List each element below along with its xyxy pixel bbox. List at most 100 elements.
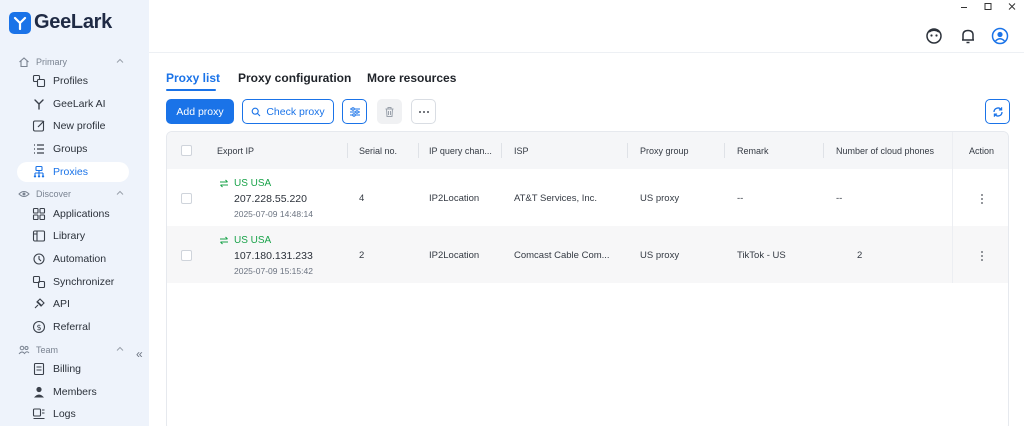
sidebar-item-profiles[interactable]: Profiles (17, 71, 129, 91)
more-icon (418, 110, 429, 113)
sidebar-item-logs[interactable]: Logs (17, 404, 129, 424)
user-avatar-icon[interactable] (991, 27, 1009, 45)
isp-cell: Comcast Cable Com... (514, 250, 610, 261)
col-isp[interactable]: ISP (514, 146, 529, 156)
sidebar-item-api[interactable]: API (17, 294, 129, 314)
sidebar-item-label: Automation (53, 253, 107, 265)
table-row[interactable]: US USA 107.180.131.233 2025-07-09 15:15:… (167, 226, 1008, 283)
sidebar-item-label: Proxies (53, 166, 89, 178)
created-datetime: 2025-07-09 15:15:42 (234, 266, 313, 276)
sidebar-item-label: GeeLark AI (53, 98, 106, 110)
support-bot-icon[interactable] (925, 27, 943, 45)
brand-logo[interactable]: GeeLark (9, 11, 112, 34)
collapse-sidebar-button[interactable]: « (136, 347, 143, 361)
row-actions-icon[interactable] (980, 193, 984, 205)
search-icon (251, 107, 261, 116)
sidebar-item-proxies[interactable]: Proxies (17, 162, 129, 182)
maximize-icon[interactable] (982, 1, 994, 13)
edit-icon (32, 120, 45, 132)
col-remark[interactable]: Remark (737, 146, 769, 156)
refresh-icon (992, 106, 1003, 117)
column-divider (418, 143, 419, 158)
delete-button[interactable] (377, 99, 402, 124)
person-icon (34, 386, 44, 398)
column-divider (627, 143, 628, 158)
bell-icon[interactable] (959, 27, 977, 45)
sidebar-item-applications[interactable]: Applications (17, 204, 129, 224)
sidebar-item-label: Logs (53, 408, 76, 420)
svg-text:$: $ (36, 323, 41, 332)
eye-icon (18, 191, 30, 197)
billing-icon (33, 362, 45, 376)
ip-address: 107.180.131.233 (234, 250, 313, 262)
geelark-logo-icon (9, 11, 31, 34)
section-team[interactable]: Team (0, 341, 149, 359)
automation-icon (33, 253, 45, 265)
sidebar-item-label: Members (53, 386, 97, 398)
section-primary[interactable]: Primary (0, 53, 149, 71)
swap-arrows-icon (220, 179, 228, 188)
filter-settings-icon (349, 106, 360, 117)
tab-more-resources[interactable]: More resources (367, 71, 456, 85)
more-actions-button[interactable] (411, 99, 436, 124)
tab-proxy-list[interactable]: Proxy list (166, 71, 220, 85)
remark-cell: TikTok - US (737, 250, 786, 261)
sidebar-item-billing[interactable]: Billing (17, 359, 129, 379)
chevron-up-icon (116, 190, 124, 195)
column-divider (724, 143, 725, 158)
sidebar-item-members[interactable]: Members (17, 382, 129, 402)
api-icon (34, 298, 45, 309)
col-export-ip[interactable]: Export IP (217, 146, 254, 156)
close-icon[interactable] (1006, 1, 1018, 13)
col-proxy-group[interactable]: Proxy group (640, 146, 689, 156)
active-tab-indicator (166, 89, 216, 91)
refresh-button[interactable] (985, 99, 1010, 124)
created-datetime: 2025-07-09 14:48:14 (234, 209, 313, 219)
sidebar-item-library[interactable]: Library (17, 226, 129, 246)
sidebar-item-label: Synchronizer (53, 276, 115, 288)
sidebar-item-referral[interactable]: $ Referral (17, 317, 129, 337)
sidebar-item-label: API (53, 298, 70, 310)
serial-cell: 2 (359, 250, 365, 261)
row-checkbox[interactable] (181, 193, 192, 204)
sidebar-item-groups[interactable]: Groups (17, 139, 129, 159)
sidebar-item-geelark-ai[interactable]: GeeLark AI (17, 94, 129, 114)
section-discover[interactable]: Discover (0, 185, 149, 203)
sidebar: GeeLark Primary Profiles GeeLark AI New … (0, 0, 149, 426)
swap-arrows-icon (220, 236, 228, 245)
sidebar-item-new-profile[interactable]: New profile (17, 116, 129, 136)
check-proxy-button[interactable]: Check proxy (242, 99, 334, 124)
col-ip-query-channel[interactable]: IP query chan... (429, 146, 492, 156)
home-icon (19, 57, 29, 68)
location-cell: US USA (219, 178, 271, 189)
sync-icon (32, 275, 46, 289)
sidebar-item-label: New profile (53, 120, 106, 132)
ai-icon (34, 99, 44, 110)
serial-cell: 4 (359, 193, 365, 204)
column-divider (501, 143, 502, 158)
minimize-icon[interactable] (958, 1, 970, 13)
row-actions-icon[interactable] (980, 250, 984, 262)
profiles-icon (32, 74, 46, 88)
library-icon (32, 230, 46, 242)
column-divider (347, 143, 348, 158)
query-channel-cell: IP2Location (429, 193, 480, 204)
row-checkbox[interactable] (181, 250, 192, 261)
list-icon (34, 144, 44, 154)
logs-icon (32, 408, 45, 420)
col-serial-no[interactable]: Serial no. (359, 146, 397, 156)
sidebar-item-automation[interactable]: Automation (17, 249, 129, 269)
tab-proxy-configuration[interactable]: Proxy configuration (238, 71, 351, 85)
table-row[interactable]: US USA 207.228.55.220 2025-07-09 14:48:1… (167, 169, 1008, 226)
sidebar-item-synchronizer[interactable]: Synchronizer (17, 272, 129, 292)
proxy-group-cell: US proxy (640, 193, 680, 204)
add-proxy-button[interactable]: Add proxy (166, 99, 234, 124)
filter-settings-button[interactable] (342, 99, 367, 124)
team-icon (18, 345, 30, 355)
chevron-up-icon (116, 346, 124, 351)
apps-grid-icon (32, 207, 46, 221)
location-label: US USA (234, 178, 272, 189)
check-proxy-label: Check proxy (266, 105, 325, 118)
select-all-checkbox[interactable] (181, 145, 192, 156)
col-number-of-cloud-phones[interactable]: Number of cloud phones (836, 146, 934, 156)
